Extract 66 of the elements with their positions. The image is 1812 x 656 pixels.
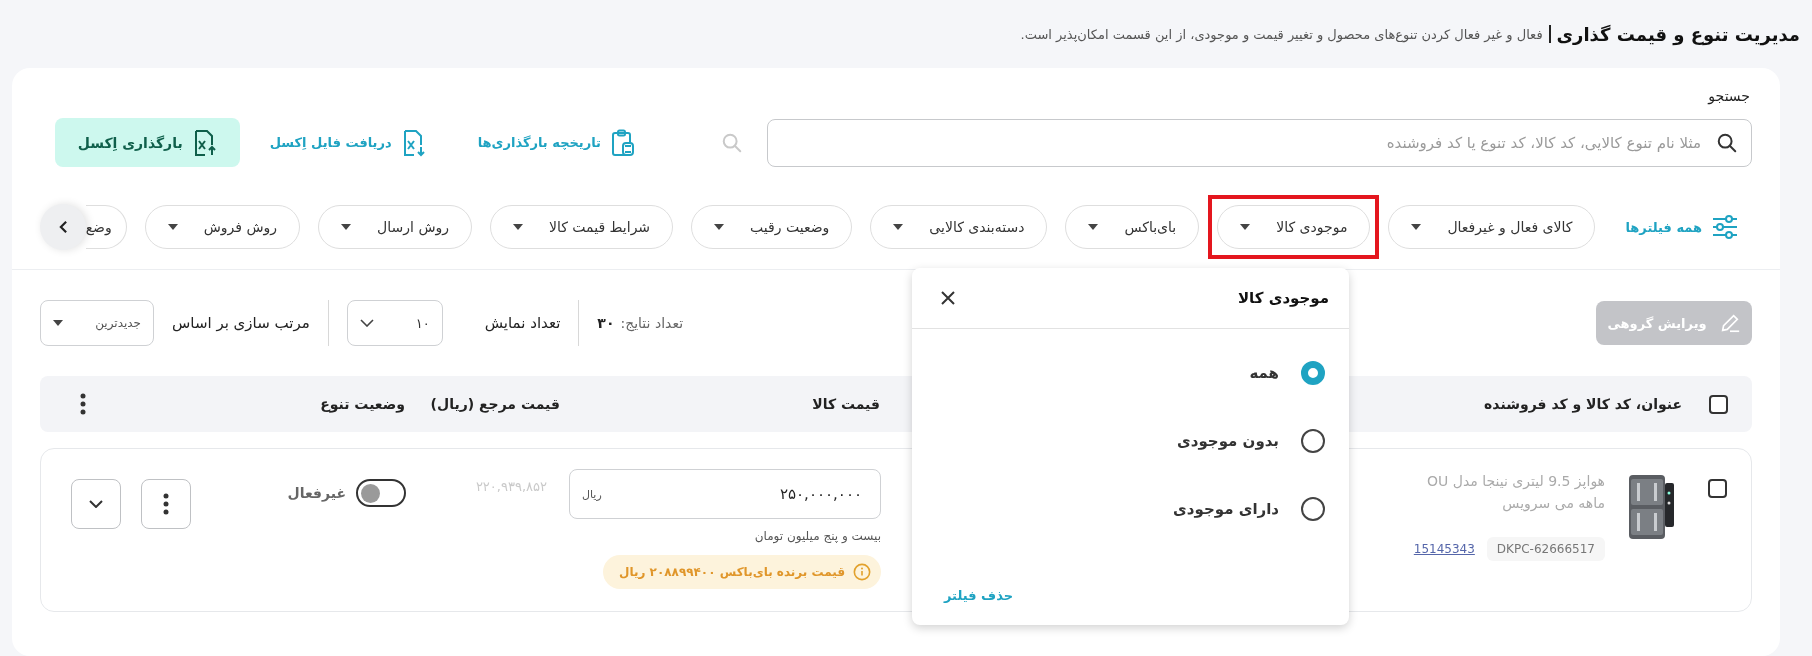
filter-chip[interactable]: بای‌باکس (1065, 205, 1200, 249)
radio-button[interactable] (1301, 361, 1325, 385)
title-separator (1548, 25, 1551, 43)
spreadsheet-file-icon (192, 128, 217, 157)
caret-icon (714, 224, 725, 230)
page-size-select[interactable]: ۱۰ (346, 300, 443, 346)
filter-chip[interactable]: روش ارسال (318, 205, 472, 249)
info-icon (853, 563, 871, 581)
caret-icon (1088, 224, 1099, 230)
upload-button[interactable]: بارگذاری اِکسل (54, 118, 240, 167)
radio-button[interactable] (1301, 497, 1325, 521)
filter-chip[interactable]: وضعیت رقیب (691, 205, 853, 249)
price-in-words: بیست و پنج میلیون تومان (754, 529, 881, 543)
chevron-left-icon (58, 220, 68, 234)
search-icon (721, 131, 743, 154)
checkbox[interactable] (1709, 394, 1728, 414)
radio-option[interactable]: همه (1249, 361, 1325, 385)
checkbox[interactable] (1708, 479, 1727, 498)
caret-icon (341, 224, 352, 230)
search-icon (1716, 131, 1738, 154)
column-header: وضعیت تنوع (319, 396, 405, 412)
radio-option[interactable]: بدون موجودی (1177, 429, 1325, 453)
column-header: عنوان، کد کالا و کد فروشنده (1483, 396, 1683, 412)
kebab-icon (163, 493, 169, 515)
sliders-icon (1712, 214, 1738, 240)
currency-label: ریال (582, 487, 602, 501)
product-title: هواپز 9.5 لیتری نینجا مدل OU (1426, 473, 1605, 489)
search-label: جستجو (1706, 88, 1751, 107)
filter-chip[interactable]: دسته‌بندی کالایی (870, 205, 1048, 249)
clipboard-icon (611, 128, 635, 157)
radio-button[interactable] (1301, 429, 1325, 453)
kebab-icon (80, 393, 86, 415)
product-title: ماهه می سرویس (1501, 495, 1605, 511)
results-label: تعداد نتایج: (620, 315, 684, 331)
popup-title: موجودی کالا (1237, 289, 1329, 307)
caret-icon (1240, 224, 1251, 230)
buybox-text: قیمت برنده بای‌باکس ۲۰۸۸۹۹۴۰۰ ریال (619, 565, 845, 579)
toggle-switch[interactable] (356, 479, 406, 507)
column-header: قیمت کالا (811, 396, 881, 412)
caret-icon (1411, 224, 1422, 230)
spreadsheet-file-icon (401, 128, 426, 157)
price-field[interactable]: ۲۵۰,۰۰۰,۰۰۰ ریال (569, 469, 881, 519)
caret-icon (167, 224, 178, 230)
sort-label: مرتب سازی بر اساس (172, 314, 310, 332)
product-code: DKPC-62666517 (1486, 537, 1605, 561)
sort-select[interactable]: جدیدترین (40, 300, 154, 346)
page-title: مدیریت تنوع و قیمت گذاری (1556, 23, 1800, 45)
page-size-label: تعداد نمایش (484, 314, 561, 332)
status-label: غیرفعال (287, 485, 346, 501)
results-count: ۳۰ (597, 315, 615, 331)
close-icon (940, 290, 956, 306)
chevron-down-icon (89, 500, 103, 508)
page-description: فعال و غیر فعال کردن تنوع‌های محصول و تغییر قیمت و موجودی، از این قسمت امکان‌پذیر است. (1020, 26, 1543, 42)
filter-chip[interactable]: شرایط قیمت کالا (490, 205, 674, 249)
filter-chip[interactable]: کالای فعال و غیرفعال (1388, 205, 1596, 249)
seller-code-link[interactable]: 15145343 (1413, 542, 1475, 556)
caret-icon (893, 224, 904, 230)
filter-chip[interactable]: روش فروش (144, 205, 301, 249)
chevron-down-icon (359, 319, 374, 327)
caret-icon (53, 320, 63, 326)
column-header: قیمت مرجع (ریال) (429, 396, 560, 412)
caret-icon (513, 224, 523, 230)
filter-chip[interactable]: موجودی کالا (1217, 205, 1371, 249)
filter-chip[interactable]: وضع (86, 205, 127, 249)
search-field[interactable]: مثلا نام تنوع کالایی، کد کالا، کد تنوع یا کد فروشنده (767, 118, 1752, 167)
radio-option[interactable]: دارای موجودی (1173, 497, 1325, 521)
